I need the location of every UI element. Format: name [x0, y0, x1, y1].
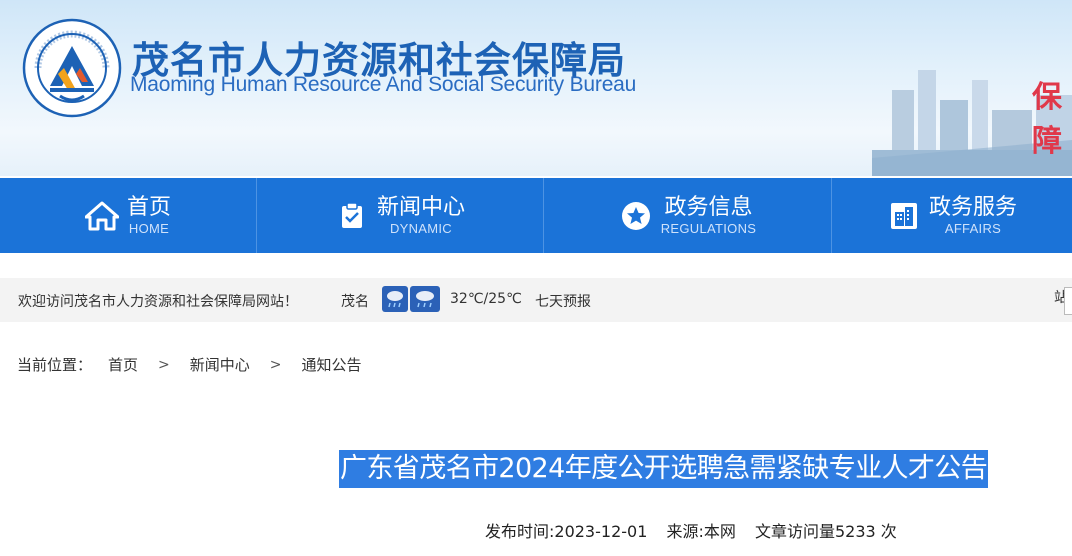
chevron-right-icon: >: [269, 356, 282, 373]
article-meta: 发布时间:2023-12-01 来源:本网 文章访问量5233 次: [485, 518, 911, 542]
rain-icon: [410, 286, 440, 312]
search-box[interactable]: [1064, 287, 1072, 315]
nav-item-affairs[interactable]: 政务服务 AFFAIRS: [832, 178, 1072, 253]
nav-news-label: 新闻中心: [376, 194, 465, 220]
breadcrumb-notices[interactable]: 通知公告: [302, 354, 362, 375]
nav-home-label: 首页: [126, 194, 171, 220]
weather-city: 茂名: [341, 294, 369, 310]
chevron-right-icon: >: [158, 356, 170, 373]
nav-home-sublabel: HOME: [128, 220, 170, 236]
welcome-message: 欢迎访问茂名市人力资源和社会保障局网站！: [18, 294, 298, 310]
breadcrumb-news[interactable]: 新闻中心: [190, 354, 250, 375]
nav-regulations-sublabel: REGULATIONS: [660, 220, 757, 236]
breadcrumb-label: 当前位置：: [17, 356, 93, 374]
main-nav: 首页 HOME 新闻中心 DYNAMIC 政务信息 REGULATIONS 政务…: [0, 178, 1072, 253]
banner-slogan: 保障: [1032, 80, 1064, 159]
home-icon: [84, 199, 119, 233]
building-icon: [887, 199, 921, 233]
welcome-strip: 欢迎访问茂名市人力资源和社会保障局网站！ 茂名 32℃/25℃ 七天预报 站: [0, 278, 1072, 322]
publish-time: 发布时间:2023-12-01: [485, 522, 648, 541]
site-title-en: Maoming Human Resource And Social Securi…: [130, 73, 637, 96]
nav-item-home[interactable]: 首页 HOME: [0, 178, 256, 253]
rain-icon: [382, 286, 408, 312]
article-title: 广东省茂名市2024年度公开选聘急需紧缺专业人才公告: [339, 450, 989, 488]
seven-day-forecast-link[interactable]: 七天预报: [535, 291, 591, 311]
article-source: 来源:本网: [666, 522, 736, 541]
nav-item-news[interactable]: 新闻中心 DYNAMIC: [257, 178, 543, 253]
header-banner: 保障 茂名市人力资源和社会保障局 Maoming Human Resource …: [0, 0, 1072, 176]
bureau-logo[interactable]: [22, 18, 122, 118]
temperature: 32℃/25℃: [450, 291, 522, 307]
breadcrumb: 当前位置： 首页 > 新闻中心 > 通知公告: [17, 354, 362, 375]
clipboard-check-icon: [335, 199, 369, 233]
nav-affairs-label: 政务服务: [928, 194, 1017, 220]
nav-regulations-label: 政务信息: [664, 194, 753, 220]
nav-affairs-sublabel: AFFAIRS: [944, 220, 1002, 236]
nav-item-regulations[interactable]: 政务信息 REGULATIONS: [544, 178, 831, 253]
star-icon: [619, 199, 653, 233]
nav-news-sublabel: DYNAMIC: [389, 220, 453, 236]
view-count: 文章访问量5233 次: [754, 522, 897, 541]
breadcrumb-home[interactable]: 首页: [108, 354, 138, 375]
